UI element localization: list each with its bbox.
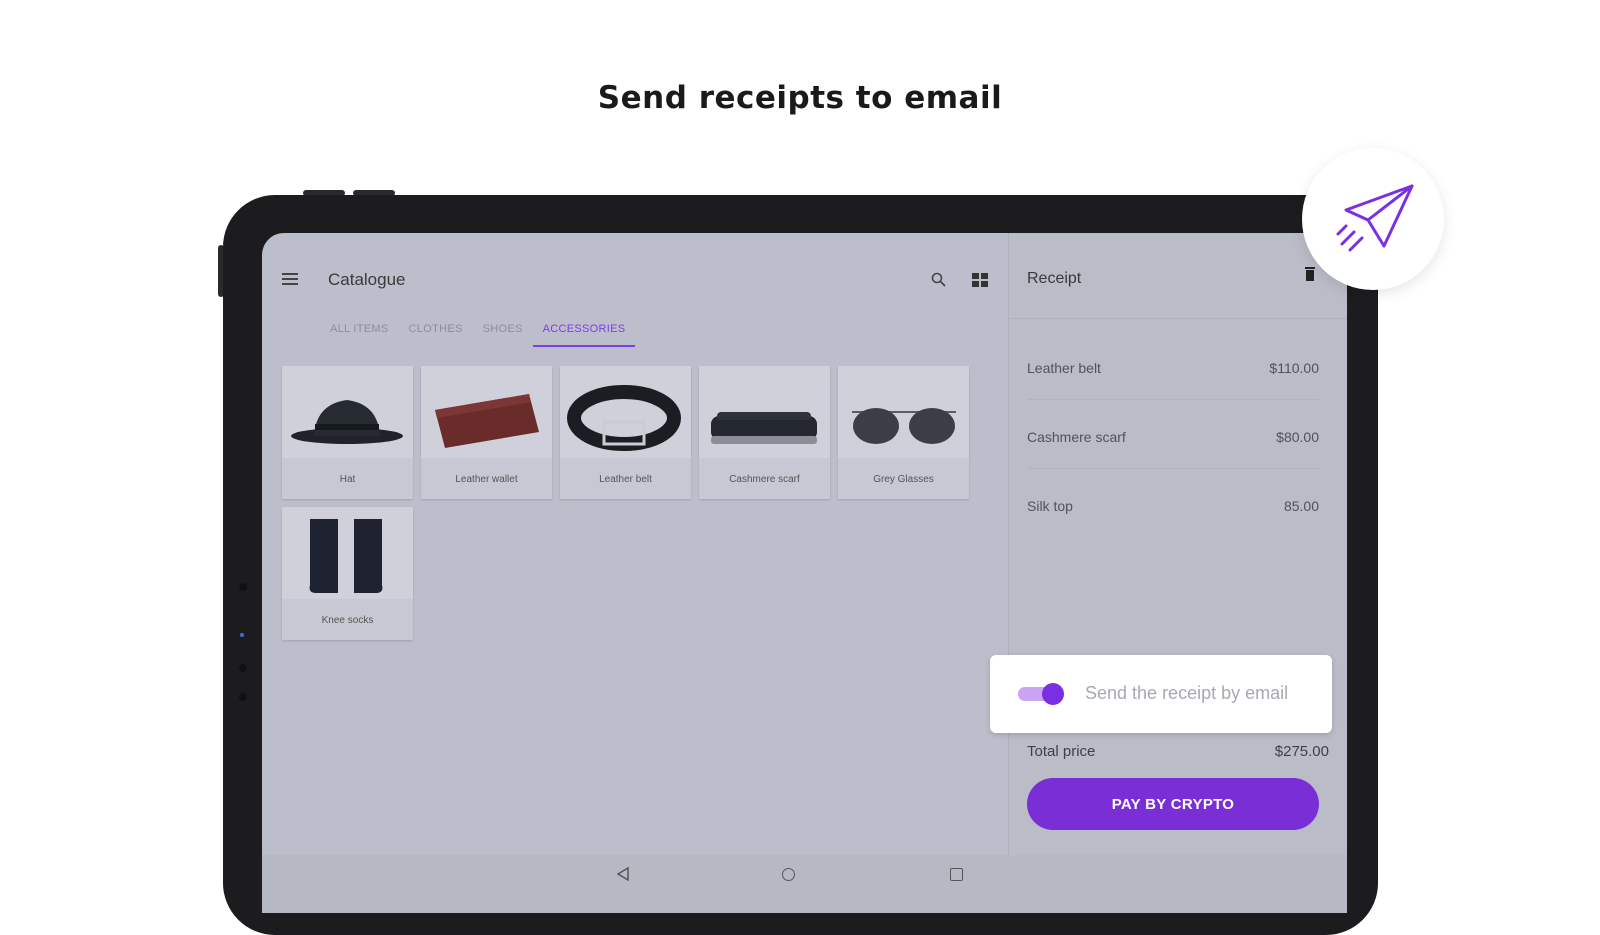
camera-dot: [239, 664, 247, 672]
divider: [1009, 318, 1347, 319]
product-card-cashmere-scarf[interactable]: Cashmere scarf: [699, 366, 830, 499]
catalogue-title: Catalogue: [328, 270, 406, 289]
item-price: 85.00: [1283, 498, 1319, 514]
receipt-title: Receipt: [1027, 270, 1082, 287]
glasses-image: [838, 366, 969, 458]
item-price: $110.00: [1269, 360, 1319, 376]
paper-plane-icon: [1336, 184, 1414, 252]
product-card-grey-glasses[interactable]: Grey Glasses: [838, 366, 969, 499]
receipt-line[interactable]: Cashmere scarf $80.00: [1027, 400, 1319, 469]
nav-back-icon[interactable]: [617, 867, 629, 881]
socks-image: [282, 507, 413, 599]
app-screen: Catalogue ALL ITEMS CLOTHES SHOES ACCESS…: [262, 233, 1347, 913]
scarf-image: [699, 366, 830, 458]
menu-icon[interactable]: [282, 273, 298, 285]
item-name: Cashmere scarf: [1027, 429, 1126, 445]
wallet-image: [421, 366, 552, 458]
product-card-leather-wallet[interactable]: Leather wallet: [421, 366, 552, 499]
receipt-line[interactable]: Leather belt $110.00: [1027, 331, 1319, 400]
tab-shoes[interactable]: SHOES: [473, 319, 533, 347]
catalogue-panel: Catalogue ALL ITEMS CLOTHES SHOES ACCESS…: [262, 233, 1008, 873]
receipt-panel: Receipt Leather belt $110.00 Cashmere sc…: [1008, 233, 1347, 873]
item-name: Silk top: [1027, 498, 1073, 514]
grid-view-icon[interactable]: [972, 273, 988, 287]
total-label: Total price: [1027, 743, 1096, 760]
product-label: Grey Glasses: [873, 474, 934, 485]
product-label: Leather belt: [599, 474, 652, 485]
item-name: Leather belt: [1027, 360, 1101, 376]
tab-clothes[interactable]: CLOTHES: [399, 319, 473, 347]
belt-image: [560, 366, 691, 458]
pay-by-crypto-button[interactable]: PAY BY CRYPTO: [1027, 778, 1319, 830]
email-receipt-card: Send the receipt by email: [990, 655, 1332, 733]
toggle-knob: [1042, 683, 1064, 705]
tab-all-items[interactable]: ALL ITEMS: [320, 319, 399, 347]
product-card-knee-socks[interactable]: Knee socks: [282, 507, 413, 640]
product-card-leather-belt[interactable]: Leather belt: [560, 366, 691, 499]
nav-recent-icon[interactable]: [950, 868, 963, 881]
product-label: Leather wallet: [455, 474, 518, 485]
email-toggle-switch[interactable]: [1018, 683, 1064, 705]
nav-home-icon[interactable]: [782, 868, 795, 881]
total-value: $275.00: [1274, 743, 1329, 760]
product-label: Knee socks: [321, 615, 374, 626]
category-tabs: ALL ITEMS CLOTHES SHOES ACCESSORIES: [320, 319, 636, 347]
system-nav-bar: [262, 855, 1347, 913]
camera-sensor: [240, 633, 244, 637]
camera-dot: [239, 693, 247, 701]
product-card-hat[interactable]: Hat: [282, 366, 413, 499]
camera-dot: [239, 583, 247, 591]
paper-plane-badge: [1302, 148, 1444, 290]
email-toggle-label: Send the receipt by email: [1085, 683, 1289, 703]
tab-accessories[interactable]: ACCESSORIES: [532, 319, 636, 347]
product-label: Hat: [339, 474, 356, 485]
headline: Send receipts to email: [597, 80, 1003, 116]
product-label: Cashmere scarf: [729, 474, 800, 485]
receipt-line[interactable]: Silk top 85.00: [1027, 469, 1319, 537]
item-price: $80.00: [1276, 429, 1319, 445]
search-icon[interactable]: [930, 271, 948, 289]
hat-image: [282, 366, 413, 458]
